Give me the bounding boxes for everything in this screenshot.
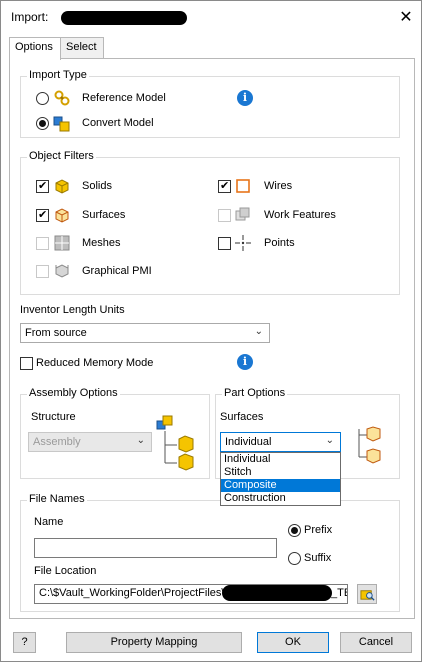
meshes-checkbox[interactable] (36, 237, 49, 250)
dropdown-option-composite[interactable]: Composite (221, 479, 340, 492)
import-dialog: Import: ✕ Options Select Import Type Ref… (0, 0, 422, 662)
redacted-title-text (61, 11, 187, 25)
solids-checkbox[interactable]: ✔ (36, 180, 49, 193)
work-features-icon (235, 207, 250, 221)
file-location-suffix: _TEI (331, 587, 347, 599)
tab-options[interactable]: Options (9, 37, 61, 60)
wires-icon (236, 179, 250, 193)
solid-cube-icon (55, 179, 69, 194)
file-names-title: File Names (27, 493, 87, 505)
surfaces-select-value: Individual (225, 436, 272, 448)
tab-select[interactable]: Select (60, 37, 104, 58)
assembly-options-title: Assembly Options (27, 387, 120, 399)
reference-model-radio[interactable] (36, 92, 49, 105)
assembly-structure-icon (156, 415, 194, 471)
points-checkbox[interactable] (218, 237, 231, 250)
points-label: Points (264, 237, 295, 249)
name-label: Name (34, 516, 64, 528)
reference-model-label: Reference Model (82, 92, 166, 104)
folder-search-icon (360, 590, 375, 601)
reduced-memory-info-icon[interactable]: i (237, 354, 253, 370)
name-input[interactable] (34, 538, 277, 558)
convert-model-label: Convert Model (82, 117, 154, 129)
suffix-radio[interactable] (288, 552, 301, 565)
chevron-down-icon: ⌄ (254, 326, 263, 337)
chevron-down-icon: ⌄ (325, 435, 334, 446)
surfaces-checkbox[interactable]: ✔ (36, 209, 49, 222)
structure-label: Structure (31, 411, 76, 423)
cancel-button[interactable]: Cancel (340, 632, 412, 653)
surfaces-label: Surfaces (82, 209, 126, 221)
surfaces-dropdown-list: Individual Stitch Composite Construction (220, 452, 341, 506)
wires-label: Wires (264, 180, 293, 192)
graphical-pmi-checkbox[interactable] (36, 265, 49, 278)
ok-button[interactable]: OK (257, 632, 329, 653)
meshes-label: Meshes (82, 237, 121, 249)
work-features-label: Work Features (264, 209, 336, 221)
title-bar: Import: ✕ (1, 1, 421, 35)
solids-label: Solids (82, 180, 112, 192)
suffix-label: Suffix (304, 552, 332, 564)
browse-folder-button[interactable] (357, 584, 377, 604)
graphical-pmi-icon (55, 264, 69, 278)
structure-value: Assembly (33, 436, 81, 448)
convert-model-icon (53, 116, 70, 132)
import-type-group: Import Type (20, 69, 400, 138)
import-type-title: Import Type (27, 69, 89, 81)
dropdown-option-construction[interactable]: Construction (221, 492, 340, 505)
object-filters-title: Object Filters (27, 150, 96, 162)
reduced-memory-label: Reduced Memory Mode (36, 357, 154, 369)
prefix-label: Prefix (304, 524, 333, 536)
prefix-radio[interactable] (288, 524, 301, 537)
graphical-pmi-label: Graphical PMI (82, 265, 152, 277)
object-filters-group: Object Filters (20, 150, 400, 295)
length-units-select[interactable]: From source ⌄ (20, 323, 270, 343)
surfaces-select[interactable]: Individual ⌄ (220, 432, 341, 452)
help-icon: ? (21, 636, 28, 648)
surfaces-option-label: Surfaces (220, 411, 264, 423)
surface-cube-icon (55, 208, 69, 223)
length-units-value: From source (25, 327, 87, 339)
convert-model-radio[interactable] (36, 117, 49, 130)
wires-checkbox[interactable]: ✔ (218, 180, 231, 193)
help-button[interactable]: ? (13, 632, 36, 653)
point-crosshair-icon (235, 235, 251, 251)
file-location-label: File Location (34, 565, 97, 577)
length-units-label: Inventor Length Units (20, 304, 125, 316)
close-button[interactable]: ✕ (395, 7, 417, 29)
dropdown-option-stitch[interactable]: Stitch (221, 466, 340, 479)
property-mapping-button[interactable]: Property Mapping (66, 632, 242, 653)
window-title: Import: (11, 10, 49, 24)
mesh-icon (54, 235, 70, 251)
structure-select[interactable]: Assembly ⌄ (28, 432, 152, 452)
chevron-down-icon: ⌄ (136, 435, 145, 446)
reduced-memory-checkbox[interactable] (20, 357, 33, 370)
reference-model-icon (54, 90, 70, 106)
import-type-info-icon[interactable]: i (237, 90, 253, 106)
part-surfaces-icon (358, 426, 381, 464)
dropdown-option-individual[interactable]: Individual (221, 453, 340, 466)
file-location-value: C:\$Vault_WorkingFolder\ProjectFiles\ (39, 587, 225, 599)
work-features-checkbox[interactable] (218, 209, 231, 222)
part-options-title: Part Options (222, 387, 288, 399)
redacted-path-text (222, 585, 332, 601)
